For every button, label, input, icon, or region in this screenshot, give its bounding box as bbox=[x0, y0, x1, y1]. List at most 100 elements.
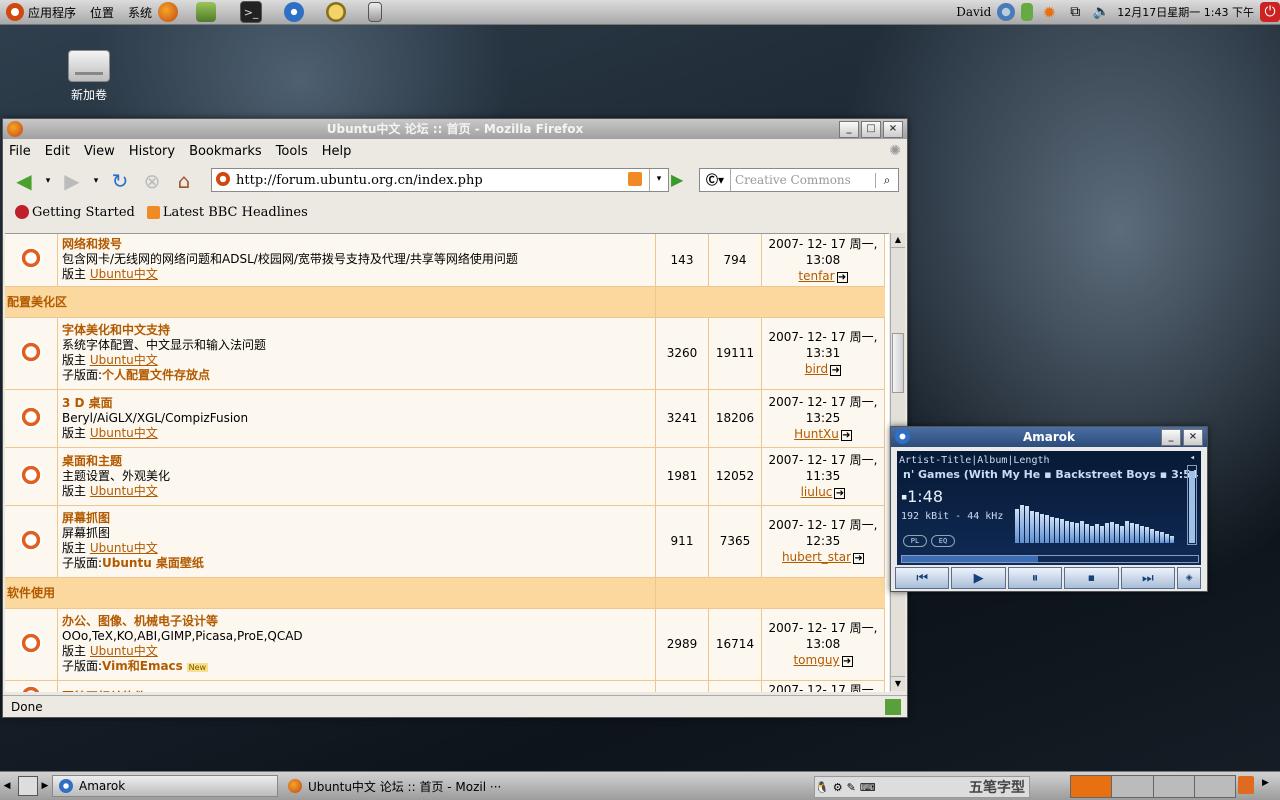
moderator-link[interactable]: Ubuntu中文 bbox=[90, 426, 158, 440]
subforum-link[interactable]: 个人配置文件存放点 bbox=[102, 368, 210, 382]
rss-icon[interactable] bbox=[628, 172, 642, 186]
forward-button[interactable]: ▶ bbox=[59, 168, 85, 194]
play-button[interactable]: ▶ bbox=[951, 567, 1006, 589]
panel-right-arrow-end[interactable]: ▶ bbox=[1262, 778, 1269, 788]
scroll-up-button[interactable]: ▲ bbox=[891, 233, 905, 248]
menu-help[interactable]: Help bbox=[322, 144, 352, 159]
applications-menu[interactable]: 应用程序 bbox=[6, 3, 76, 21]
menu-file[interactable]: File bbox=[9, 144, 31, 159]
category-name[interactable]: 软件使用 bbox=[5, 577, 656, 609]
addon-status-icon[interactable] bbox=[885, 699, 901, 715]
back-history-button[interactable]: ▾ bbox=[43, 168, 53, 194]
goto-post-icon[interactable]: ➜ bbox=[834, 488, 846, 499]
search-icon[interactable]: ⌕ bbox=[875, 172, 898, 188]
amarok-minimize-button[interactable]: _ bbox=[1161, 429, 1181, 446]
user-name[interactable]: David bbox=[956, 5, 991, 19]
ime-settings-icon[interactable]: ⚙ bbox=[833, 781, 843, 794]
audio-icon[interactable] bbox=[368, 2, 383, 22]
close-button[interactable]: × bbox=[883, 121, 903, 138]
amarok-titlebar[interactable]: Amarok _ × bbox=[891, 427, 1207, 447]
show-desktop-icon[interactable] bbox=[18, 776, 38, 796]
compass-icon[interactable] bbox=[284, 2, 305, 22]
terminal-icon[interactable]: >_ bbox=[240, 1, 263, 23]
firefox-icon[interactable] bbox=[158, 2, 179, 22]
trash-icon[interactable] bbox=[1238, 776, 1254, 794]
workspace-1[interactable] bbox=[1071, 776, 1113, 797]
bookmark-bbc-headlines[interactable]: Latest BBC Headlines bbox=[146, 205, 308, 220]
last-post-user[interactable]: bird bbox=[805, 362, 828, 376]
forum-name-link[interactable]: 屏幕抓图 bbox=[62, 511, 110, 525]
forum-name-link[interactable]: 办公、图像、机械电子设计等 bbox=[62, 614, 218, 628]
amarok-menu-button[interactable]: ◈ bbox=[1177, 567, 1202, 589]
url-text[interactable]: http://forum.ubuntu.org.cn/index.php bbox=[236, 173, 483, 188]
category-name[interactable]: 配置美化区 bbox=[5, 286, 656, 318]
moderator-link[interactable]: Ubuntu中文 bbox=[90, 353, 158, 367]
goto-post-icon[interactable]: ➜ bbox=[830, 365, 842, 376]
pause-button[interactable]: ⏸ bbox=[1007, 567, 1063, 589]
eq-button[interactable]: EQ bbox=[931, 535, 955, 547]
battery-icon[interactable] bbox=[1021, 3, 1034, 21]
panel-left-arrow[interactable]: ◀ bbox=[0, 781, 14, 791]
last-post-user[interactable]: hubert_star bbox=[782, 550, 851, 564]
goto-post-icon[interactable]: ➜ bbox=[853, 553, 865, 564]
menu-applications[interactable]: 应用程序 bbox=[28, 4, 76, 21]
network-icon[interactable] bbox=[997, 3, 1016, 21]
menu-history[interactable]: History bbox=[129, 144, 175, 159]
moderator-link[interactable]: Ubuntu中文 bbox=[90, 267, 158, 281]
maximize-button[interactable]: □ bbox=[861, 121, 881, 138]
home-button[interactable]: ⌂ bbox=[171, 168, 197, 194]
menu-places[interactable]: 位置 bbox=[90, 4, 114, 21]
workspace-4[interactable] bbox=[1194, 776, 1235, 797]
forward-history-button[interactable]: ▾ bbox=[91, 168, 101, 194]
clock[interactable]: 12月17日星期一 1:43 下午 bbox=[1117, 4, 1254, 20]
last-post-user[interactable]: tenfar bbox=[798, 269, 834, 283]
last-post-user[interactable]: liuluc bbox=[801, 485, 833, 499]
moderator-link[interactable]: Ubuntu中文 bbox=[90, 644, 158, 658]
update-icon[interactable]: ✹ bbox=[1039, 2, 1059, 22]
volume-slider[interactable] bbox=[1187, 465, 1197, 545]
previous-button[interactable]: ⏮ bbox=[895, 567, 950, 589]
task-firefox[interactable]: Ubuntu中文 论坛 :: 首页 - Mozil ··· bbox=[282, 775, 508, 797]
ime-pen-icon[interactable]: ✎ bbox=[847, 781, 856, 794]
panel-right-arrow[interactable]: ▶ bbox=[38, 781, 52, 791]
menu-tools[interactable]: Tools bbox=[276, 144, 308, 159]
ime-label[interactable]: 五笔字型 bbox=[969, 777, 1025, 797]
moderator-link[interactable]: Ubuntu中文 bbox=[90, 541, 158, 555]
goto-post-icon[interactable]: ➜ bbox=[836, 271, 848, 283]
subforum-link[interactable]: Ubuntu 桌面壁纸 bbox=[102, 556, 204, 570]
task-amarok[interactable]: Amarok bbox=[52, 775, 278, 797]
volume-icon[interactable]: 🔈 bbox=[1091, 2, 1111, 22]
pl-button[interactable]: PL bbox=[903, 535, 927, 547]
desktop-volume-icon[interactable]: 新加卷 bbox=[62, 50, 116, 103]
power-icon[interactable]: ⏻ bbox=[1260, 2, 1280, 22]
menu-view[interactable]: View bbox=[84, 144, 115, 159]
next-button[interactable]: ⏭ bbox=[1120, 567, 1176, 589]
menu-edit[interactable]: Edit bbox=[45, 144, 70, 159]
stop-button[interactable]: ⏹ bbox=[1064, 567, 1119, 589]
go-button[interactable]: ▶ bbox=[671, 170, 683, 189]
menu-bookmarks[interactable]: Bookmarks bbox=[189, 144, 262, 159]
forum-name-link[interactable]: 网络和拨号 bbox=[62, 237, 122, 251]
forum-name-link[interactable]: 3 D 桌面 bbox=[62, 396, 113, 410]
minimize-button[interactable]: _ bbox=[839, 121, 859, 138]
amarok-close-button[interactable]: × bbox=[1183, 429, 1203, 446]
workspace-2[interactable] bbox=[1112, 776, 1154, 797]
moderator-link[interactable]: Ubuntu中文 bbox=[90, 484, 158, 498]
menu-system[interactable]: 系统 bbox=[128, 4, 152, 21]
reload-button[interactable]: ↻ bbox=[107, 168, 133, 194]
forum-name-link[interactable]: 桌面和主题 bbox=[62, 454, 122, 468]
last-post-user[interactable]: HuntXu bbox=[794, 427, 839, 441]
url-dropdown-icon[interactable]: ▾ bbox=[649, 169, 668, 191]
workspace-3[interactable] bbox=[1153, 776, 1195, 797]
amarok-volume-icon[interactable]: ◂ bbox=[1190, 453, 1195, 463]
scroll-down-button[interactable]: ▼ bbox=[891, 676, 905, 691]
url-bar[interactable]: http://forum.ubuntu.org.cn/index.php ▾ bbox=[211, 168, 669, 192]
book-icon[interactable] bbox=[196, 2, 217, 22]
goto-post-icon[interactable]: ➜ bbox=[840, 430, 852, 441]
last-post-user[interactable]: tomguy bbox=[793, 653, 839, 667]
subforum-link[interactable]: Vim和Emacs bbox=[102, 659, 183, 673]
window-titlebar[interactable]: Ubuntu中文 论坛 :: 首页 - Mozilla Firefox _ □ … bbox=[3, 119, 907, 139]
workspace-switcher[interactable] bbox=[1070, 775, 1236, 798]
stop-button[interactable]: ⊗ bbox=[139, 168, 165, 194]
forum-name-link[interactable]: 因特网相关软件 bbox=[62, 690, 146, 692]
